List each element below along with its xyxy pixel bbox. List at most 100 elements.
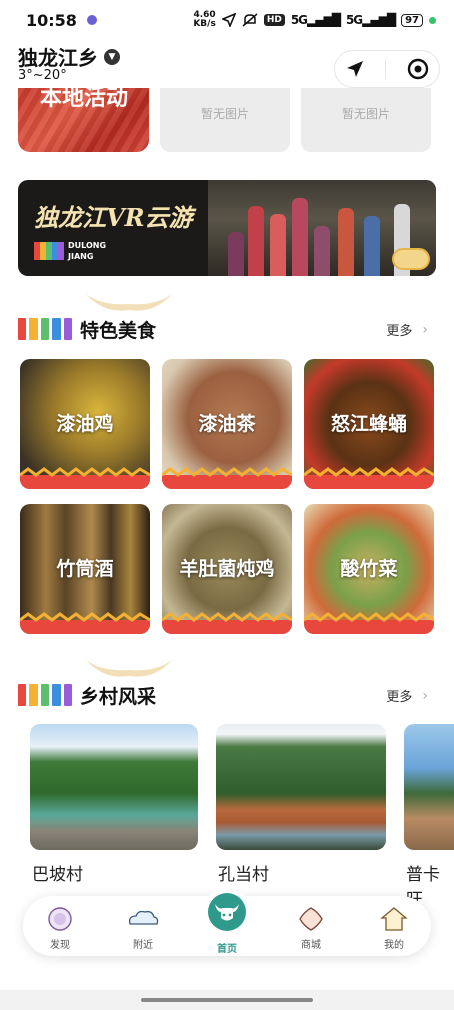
food-label: 漆油鸡 xyxy=(56,413,114,435)
activity-label: 本地活动 xyxy=(40,88,129,111)
nav-label: 我的 xyxy=(384,940,404,951)
banner-person xyxy=(228,232,244,276)
miniprogram-capsule xyxy=(334,50,440,88)
navigation-arrow-icon[interactable] xyxy=(345,59,365,79)
food-label: 漆油茶 xyxy=(198,413,256,435)
section-title-text: 乡村风采 xyxy=(80,685,157,708)
activity-card[interactable]: 本地活动 xyxy=(18,88,149,152)
banner-person xyxy=(364,216,380,276)
no-image-card-2[interactable]: 暂无图片 xyxy=(301,88,431,152)
cloud-icon xyxy=(128,910,159,925)
signal-label-1: 5G xyxy=(290,13,308,27)
dulong-logo xyxy=(34,242,64,260)
network-speed-unit: KB/s xyxy=(193,19,216,29)
food-label: 怒江蜂蛹 xyxy=(330,413,407,435)
rainbow-icon xyxy=(18,684,73,706)
rainbow-icon xyxy=(18,318,73,340)
food-label: 竹筒酒 xyxy=(56,558,114,580)
privacy-dot xyxy=(429,16,436,24)
hd-badge: HD xyxy=(263,14,285,26)
nav-home[interactable] xyxy=(203,888,251,936)
banner-subtitle: DULONG JIANG xyxy=(68,240,106,262)
ox-head-icon xyxy=(215,904,239,921)
banner-title: 独龙江VR云游 xyxy=(34,203,193,232)
status-icons: 4.60 KB/s HD 5G▂▄▆█ 5G▂▄▆█ 97 xyxy=(193,11,436,29)
home-circle xyxy=(208,893,246,931)
close-target-icon[interactable] xyxy=(407,58,429,80)
nav-label: 发现 xyxy=(50,940,70,951)
banner-person xyxy=(314,226,330,276)
network-speed: 4.60 KB/s xyxy=(193,11,215,29)
zigzag-border xyxy=(304,612,434,634)
more-label: 更多 xyxy=(386,690,413,705)
food-card[interactable]: 漆油鸡 xyxy=(20,359,150,489)
nav-home-label[interactable]: 首页 xyxy=(203,940,251,955)
section-title-text: 特色美食 xyxy=(80,319,157,342)
no-image-text: 暂无图片 xyxy=(341,107,390,121)
mall-icon xyxy=(299,907,323,931)
signal-icon-1: 5G▂▄▆█ xyxy=(290,13,341,27)
nav-discover[interactable]: 发现 xyxy=(35,906,85,951)
signal-icon-2: 5G▂▄▆█ xyxy=(345,13,396,27)
banner-subtitle-line: DULONG xyxy=(68,241,107,250)
cloud-ornament xyxy=(392,248,430,270)
nav-label: 商城 xyxy=(301,940,321,951)
no-image-text: 暂无图片 xyxy=(200,107,249,121)
food-card[interactable]: 酸竹菜 xyxy=(304,504,434,634)
village-more-link[interactable]: 更多 › xyxy=(386,686,428,706)
app-screen: 10:58 4.60 KB/s HD 5G▂▄▆█ 5G▂▄▆█ 97 独龙江乡… xyxy=(0,0,454,1010)
zigzag-border xyxy=(304,467,434,489)
food-card[interactable]: 羊肚菌炖鸡 xyxy=(162,504,292,634)
food-section-title: 特色美食 xyxy=(18,316,156,342)
banner-subtitle-line: JIANG xyxy=(68,252,94,261)
discover-icon xyxy=(48,907,72,931)
food-more-link[interactable]: 更多 › xyxy=(386,320,428,340)
zigzag-border xyxy=(20,612,150,634)
mute-icon xyxy=(242,13,258,27)
banner-person xyxy=(292,198,308,276)
home-indicator[interactable] xyxy=(141,998,313,1002)
nav-nearby[interactable]: 附近 xyxy=(118,906,168,951)
signal-label-2: 5G xyxy=(345,13,363,27)
village-section-title: 乡村风采 xyxy=(18,682,156,708)
zigzag-border xyxy=(162,467,292,489)
zigzag-border xyxy=(162,612,292,634)
status-bar: 10:58 4.60 KB/s HD 5G▂▄▆█ 5G▂▄▆█ 97 xyxy=(0,0,454,40)
village-card[interactable] xyxy=(30,724,198,850)
food-label: 酸竹菜 xyxy=(340,558,398,580)
zigzag-border xyxy=(20,467,150,489)
nav-profile[interactable]: 我的 xyxy=(369,906,419,951)
no-image-card-1[interactable]: 暂无图片 xyxy=(160,88,290,152)
banner-person xyxy=(270,214,286,276)
battery-icon: 97 xyxy=(401,13,423,27)
header: 独龙江乡 ▼ 3°~20° xyxy=(0,40,454,88)
nav-mall[interactable]: 商城 xyxy=(286,906,336,951)
status-time: 10:58 xyxy=(26,10,77,30)
village-label[interactable]: 孔当村 xyxy=(218,860,269,885)
chevron-down-icon: ▼ xyxy=(104,48,120,65)
capsule-divider xyxy=(385,59,387,79)
food-card[interactable]: 漆油茶 xyxy=(162,359,292,489)
chevron-right-icon: › xyxy=(422,687,428,704)
notification-app-icon xyxy=(86,15,97,25)
banner-person xyxy=(248,206,264,276)
bottom-nav: 发现 附近 首页 商城 我的 xyxy=(23,888,431,956)
location-selector[interactable]: 独龙江乡 ▼ xyxy=(18,42,120,71)
food-card[interactable]: 竹筒酒 xyxy=(20,504,150,634)
vr-tour-banner[interactable]: 独龙江VR云游 DULONG JIANG xyxy=(18,180,436,276)
house-icon xyxy=(380,907,408,931)
food-card[interactable]: 怒江蜂蛹 xyxy=(304,359,434,489)
chevron-right-icon: › xyxy=(422,321,428,338)
temperature: 3°~20° xyxy=(18,68,67,83)
more-label: 更多 xyxy=(386,324,413,339)
location-status-icon xyxy=(221,13,236,27)
banner-person xyxy=(338,208,354,276)
nav-label: 附近 xyxy=(133,940,153,951)
food-label: 羊肚菌炖鸡 xyxy=(179,558,275,580)
horn-ornament xyxy=(86,660,172,677)
horn-ornament xyxy=(86,294,172,311)
village-card[interactable] xyxy=(404,724,454,850)
location-name: 独龙江乡 xyxy=(18,46,98,70)
village-card[interactable] xyxy=(216,724,386,850)
village-label[interactable]: 巴坡村 xyxy=(32,860,83,885)
